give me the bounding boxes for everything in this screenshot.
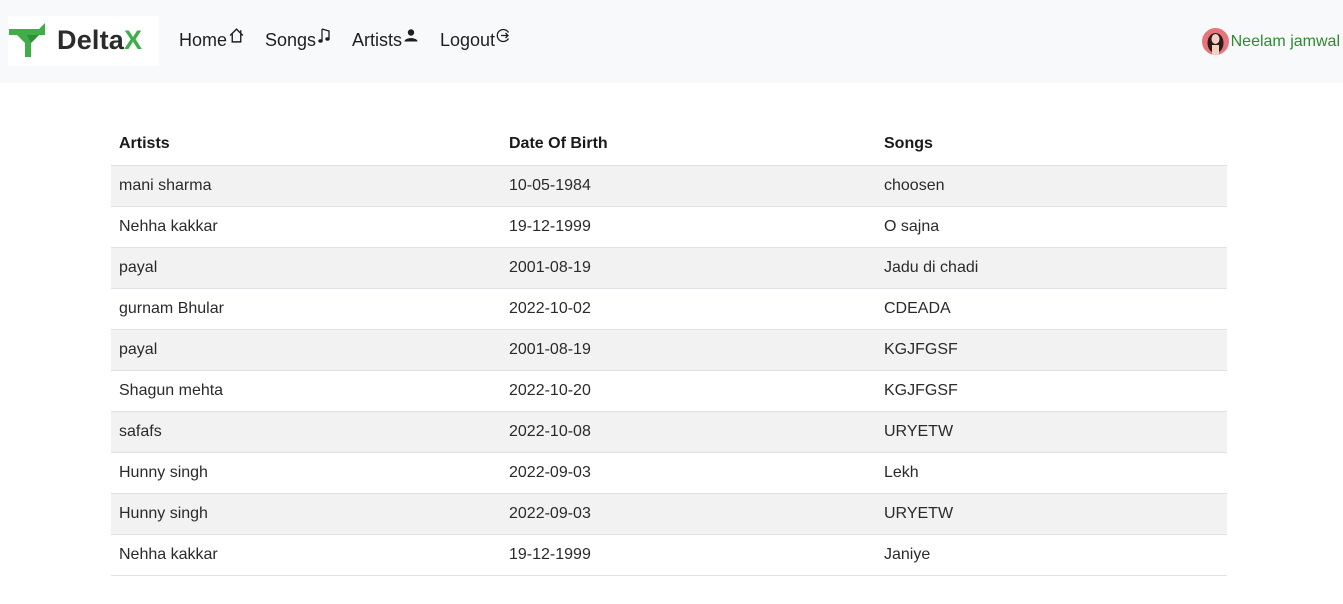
song-cell: URYETW bbox=[876, 411, 1227, 453]
song-cell: KGJFGSF bbox=[876, 329, 1227, 371]
table-row: Hunny singh 2022-09-03 URYETW bbox=[111, 493, 1227, 535]
dob-cell: 2022-10-08 bbox=[501, 411, 876, 453]
song-cell: KGJFGSF bbox=[876, 370, 1227, 412]
nav-home-label: Home bbox=[179, 30, 228, 50]
column-header-artists[interactable]: Artists bbox=[111, 124, 501, 166]
nav-songs[interactable]: Songs bbox=[265, 27, 332, 51]
table-row: payal 2001-08-19 Jadu di chadi bbox=[111, 247, 1227, 289]
artist-cell: payal bbox=[111, 329, 501, 371]
artists-table: Artists Date Of Birth Songs mani sharma … bbox=[111, 124, 1227, 576]
logout-icon bbox=[496, 27, 512, 49]
artist-cell: mani sharma bbox=[111, 165, 501, 207]
table-row: safafs 2022-10-08 URYETW bbox=[111, 411, 1227, 453]
nav-artists-label: Artists bbox=[352, 30, 403, 50]
song-cell: choosen bbox=[876, 165, 1227, 207]
navbar: DeltaX Home Songs Artists Logout Neelam … bbox=[0, 0, 1343, 83]
table-row: Hunny singh 2022-09-03 Lekh bbox=[111, 452, 1227, 494]
table-row: Shagun mehta 2022-10-20 KGJFGSF bbox=[111, 370, 1227, 412]
artist-cell: payal bbox=[111, 247, 501, 289]
artist-cell: gurnam Bhular bbox=[111, 288, 501, 330]
dob-cell: 2022-09-03 bbox=[501, 493, 876, 535]
artist-cell: Shagun mehta bbox=[111, 370, 501, 412]
avatar bbox=[1201, 28, 1229, 55]
nav-artists[interactable]: Artists bbox=[352, 27, 419, 51]
dob-cell: 2001-08-19 bbox=[501, 247, 876, 289]
artist-cell: Hunny singh bbox=[111, 452, 501, 494]
dob-cell: 2001-08-19 bbox=[501, 329, 876, 371]
table-row: Nehha kakkar 19-12-1999 O sajna bbox=[111, 206, 1227, 248]
dob-cell: 2022-10-02 bbox=[501, 288, 876, 330]
brand-name: DeltaX bbox=[57, 25, 143, 55]
user-name: Neelam jamwal bbox=[1230, 32, 1340, 50]
deltax-logo-icon bbox=[9, 23, 45, 57]
person-icon bbox=[403, 27, 419, 49]
dob-cell: 2022-10-20 bbox=[501, 370, 876, 412]
artist-cell: Nehha kakkar bbox=[111, 206, 501, 248]
dob-cell: 10-05-1984 bbox=[501, 165, 876, 207]
home-icon bbox=[228, 27, 245, 49]
dob-cell: 2022-09-03 bbox=[501, 452, 876, 494]
nav-home[interactable]: Home bbox=[179, 27, 245, 51]
dob-cell: 19-12-1999 bbox=[501, 206, 876, 248]
column-header-songs[interactable]: Songs bbox=[876, 124, 1227, 166]
dob-cell: 19-12-1999 bbox=[501, 534, 876, 576]
nav-logout[interactable]: Logout bbox=[440, 27, 512, 51]
song-cell: Lekh bbox=[876, 452, 1227, 494]
artist-cell: Hunny singh bbox=[111, 493, 501, 535]
artist-cell: Nehha kakkar bbox=[111, 534, 501, 576]
table-row: payal 2001-08-19 KGJFGSF bbox=[111, 329, 1227, 371]
song-cell: CDEADA bbox=[876, 288, 1227, 330]
user-menu[interactable]: Neelam jamwal bbox=[1201, 28, 1340, 55]
brand-logo[interactable]: DeltaX bbox=[8, 16, 159, 66]
nav-songs-label: Songs bbox=[265, 30, 317, 50]
table-row: Nehha kakkar 19-12-1999 Janiye bbox=[111, 534, 1227, 576]
song-cell: O sajna bbox=[876, 206, 1227, 248]
song-cell: URYETW bbox=[876, 493, 1227, 535]
column-header-date-of-birth[interactable]: Date Of Birth bbox=[501, 124, 876, 166]
song-cell: Janiye bbox=[876, 534, 1227, 576]
music-note-icon bbox=[317, 27, 332, 49]
table-row: gurnam Bhular 2022-10-02 CDEADA bbox=[111, 288, 1227, 330]
song-cell: Jadu di chadi bbox=[876, 247, 1227, 289]
table-row: mani sharma 10-05-1984 choosen bbox=[111, 165, 1227, 207]
nav-logout-label: Logout bbox=[440, 30, 496, 50]
table-header-row: Artists Date Of Birth Songs bbox=[111, 124, 1227, 166]
artist-cell: safafs bbox=[111, 411, 501, 453]
